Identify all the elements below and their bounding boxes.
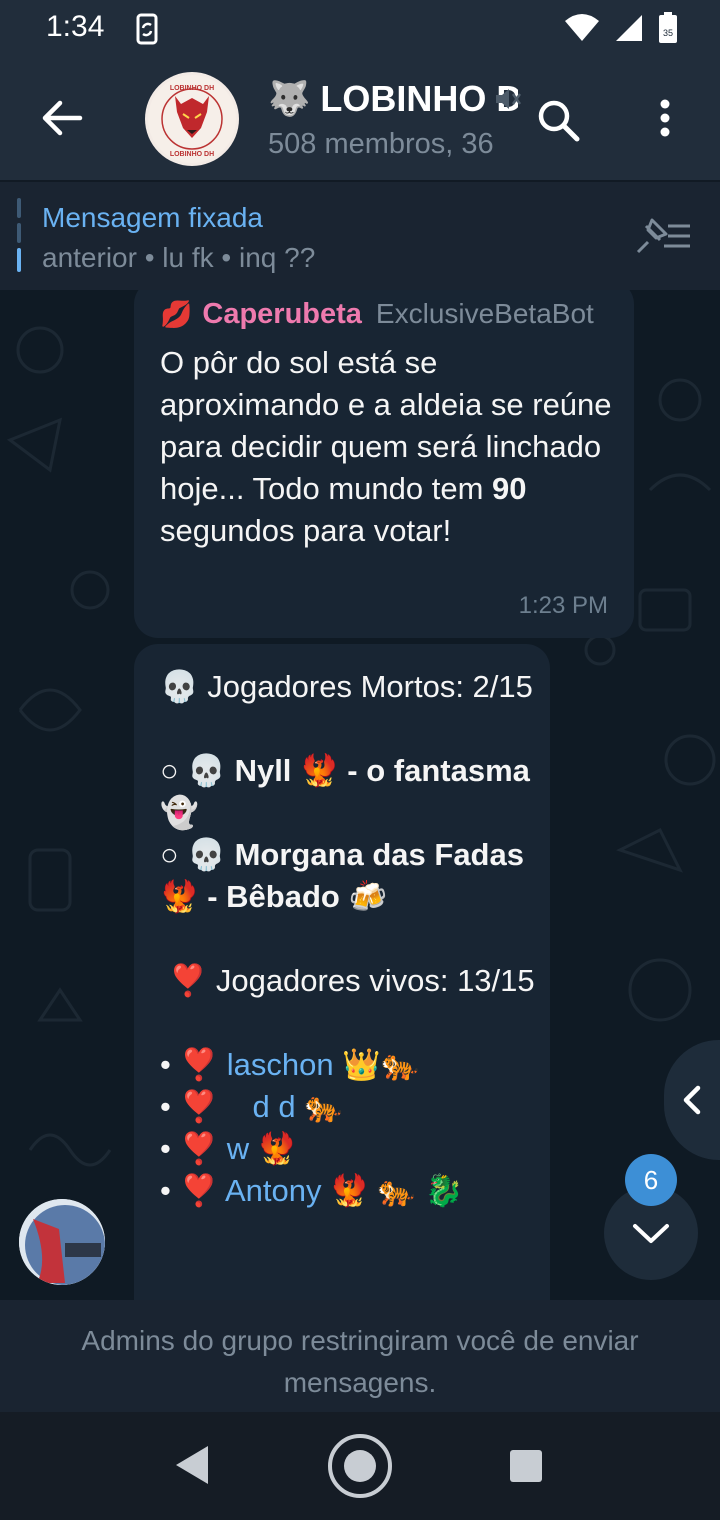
svg-text:LOBINHO DH: LOBINHO DH [170, 151, 214, 158]
search-icon[interactable] [536, 98, 580, 142]
pinned-title: Mensagem fixada [42, 202, 264, 233]
alive-players-header: ❣️ Jogadores vivos: 13/15 [168, 963, 535, 998]
more-options-icon[interactable] [650, 96, 680, 140]
sender-row: 💋 Caperubeta ExclusiveBetaBot [160, 298, 594, 331]
chevron-left-icon [683, 1085, 701, 1115]
svg-text:LOBINHO DH: LOBINHO DH [170, 85, 214, 92]
wolf-logo-icon: LOBINHO DH LOBINHO DH [148, 75, 236, 163]
sender-name[interactable]: Caperubeta [202, 298, 362, 331]
unread-count-badge: 6 [625, 1154, 677, 1206]
chat-header: LOBINHO DH LOBINHO DH 🐺 LOBINHO DH 508 m… [0, 56, 720, 180]
battery-icon: 35 [659, 12, 677, 43]
signal-icon [616, 15, 642, 41]
message-list[interactable]: 💋 Caperubeta ExclusiveBetaBot O pôr do s… [0, 290, 720, 1300]
wolf-emoji: 🐺 [268, 80, 311, 118]
player-mention[interactable]: w [227, 1131, 249, 1166]
player-list: 💀 Jogadores Mortos: 2/15 ○ 💀 Nyll 🐦‍🔥 - … [160, 666, 540, 1212]
status-time: 1:34 [46, 10, 105, 43]
restriction-notice: Admins do grupo restringiram você de env… [0, 1300, 720, 1412]
nav-recents-icon[interactable] [510, 1450, 542, 1482]
pinned-text: anterior • lu fk • inq ?? [42, 242, 316, 273]
screen-rotation-icon [136, 13, 158, 45]
member-count: 508 membros, 36 [268, 128, 494, 160]
pinned-message[interactable]: Mensagem fixada anterior • lu fk • inq ?… [0, 180, 720, 290]
player-mention[interactable]: laschon [227, 1047, 334, 1082]
side-panel-handle[interactable] [664, 1040, 720, 1160]
message-bubble[interactable]: 💀 Jogadores Mortos: 2/15 ○ 💀 Nyll 🐦‍🔥 - … [134, 644, 550, 1300]
message-bubble[interactable]: 💋 Caperubeta ExclusiveBetaBot O pôr do s… [134, 290, 634, 638]
sender-avatar[interactable] [16, 1196, 108, 1288]
message-time: 1:23 PM [518, 592, 608, 619]
player-mention[interactable]: Antony [225, 1173, 322, 1208]
group-avatar[interactable]: LOBINHO DH LOBINHO DH [145, 72, 239, 166]
dead-player-item: ○ 💀 Nyll 🐦‍🔥 - o fantasma 👻 [160, 753, 530, 830]
system-navigation-bar [0, 1412, 720, 1520]
dead-players-header: 💀 Jogadores Mortos: 2/15 [160, 669, 533, 704]
player-mention[interactable]: d d [227, 1089, 296, 1124]
chat-title-text: LOBINHO DH [320, 78, 518, 119]
dead-player-item: ○ 💀 Morgana das Fadas 🐦‍🔥 - Bêbado 🍻 [160, 837, 524, 914]
status-bar: 1:34 35 [0, 0, 720, 56]
alive-player-item: • ❣️ w 🐦‍🔥 [160, 1131, 297, 1166]
mute-icon [496, 89, 522, 109]
alive-player-item: • ❣️ Antony 🐦‍🔥 🐅 🐉 [160, 1173, 464, 1208]
pinned-list-icon[interactable] [634, 216, 692, 256]
message-text: O pôr do sol está se aproximando e a ald… [160, 345, 612, 548]
bold-seconds: 90 [492, 471, 527, 506]
nav-home-icon[interactable] [328, 1434, 392, 1498]
alive-player-item: • ❣️ d d 🐅 [160, 1089, 343, 1124]
lips-emoji: 💋 [160, 299, 193, 329]
chat-title[interactable]: 🐺 LOBINHO DH [268, 76, 518, 122]
via-bot-label: ExclusiveBetaBot [375, 298, 594, 329]
back-arrow-icon[interactable] [40, 96, 84, 140]
svg-text:35: 35 [663, 28, 673, 38]
alive-player-item: • ❣️ laschon 👑🐅 [160, 1047, 420, 1082]
restriction-text: Admins do grupo restringiram você de env… [81, 1325, 639, 1398]
wifi-icon [565, 14, 599, 41]
pinned-indicator [17, 198, 21, 272]
nav-back-icon[interactable] [176, 1446, 208, 1484]
